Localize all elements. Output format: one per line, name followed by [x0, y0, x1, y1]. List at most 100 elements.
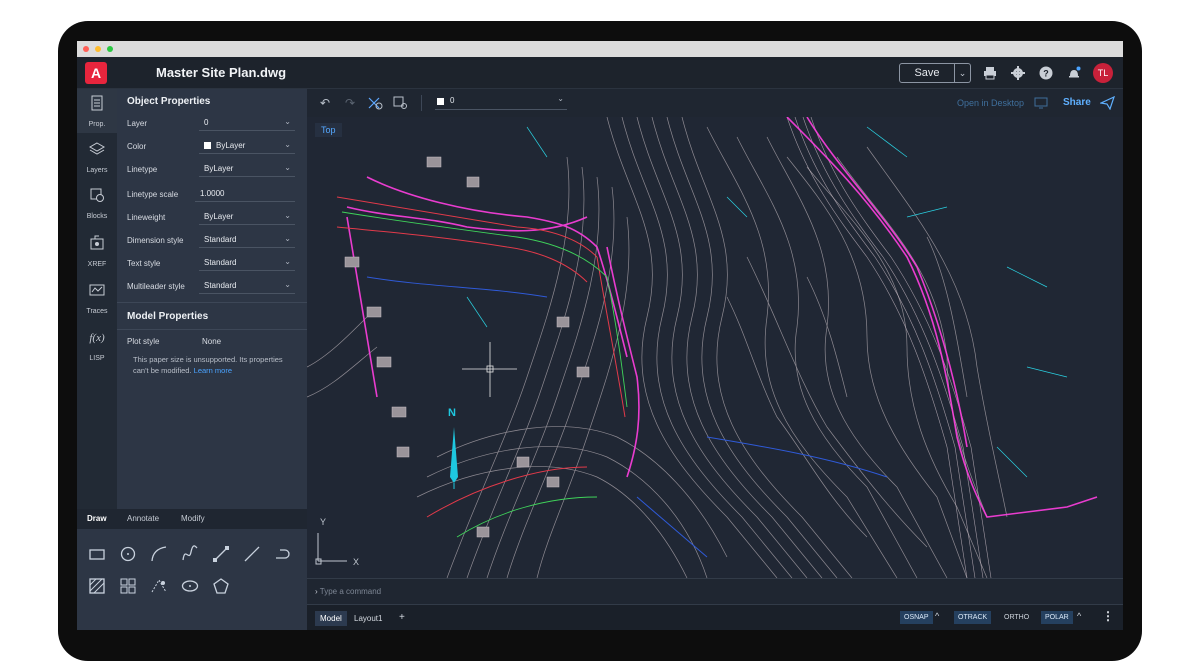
rail-label: XREF [87, 261, 107, 268]
ellipse-tool-icon[interactable] [180, 576, 200, 596]
rectangle-tool-icon[interactable] [87, 544, 107, 564]
prop-row-lineweight[interactable]: Lineweight ByLayer ⌄ [117, 207, 307, 230]
traces-icon [89, 284, 105, 296]
prop-value[interactable]: 0 ⌄ [199, 113, 295, 131]
ortho-toggle[interactable]: ORTHO [1000, 611, 1033, 624]
properties-panel: Object Properties Layer 0 ⌄ Color ByLayer… [117, 89, 307, 509]
array-tool-icon[interactable] [118, 576, 138, 596]
save-button[interactable]: Save [899, 63, 955, 83]
prop-row-text-style[interactable]: Text style Standard ⌄ [117, 253, 307, 276]
prop-row-color[interactable]: Color ByLayer ⌄ [117, 136, 307, 159]
prop-value[interactable]: Standard ⌄ [199, 253, 295, 271]
learn-more-link[interactable]: Learn more [194, 366, 232, 375]
prop-value[interactable]: Standard ⌄ [199, 230, 295, 248]
notifications-bell-icon[interactable] [1067, 66, 1081, 80]
prop-value-input[interactable]: 1.0000 [195, 184, 295, 202]
rail-item-layers[interactable]: Layers [77, 135, 117, 179]
polygon-tool-icon[interactable] [211, 576, 231, 596]
tab-layout1[interactable]: Layout1 [349, 611, 387, 626]
print-icon[interactable] [983, 66, 997, 80]
chevron-down-icon: ⌄ [284, 211, 291, 220]
command-line[interactable]: › Type a command [307, 578, 1123, 604]
gradient-tool-icon[interactable] [149, 576, 169, 596]
boundary-lines [366, 276, 888, 558]
xref-icon [90, 235, 104, 250]
autocad-logo[interactable]: A [85, 62, 107, 84]
prop-row-dimension-style[interactable]: Dimension style Standard ⌄ [117, 230, 307, 253]
leader-lines [466, 126, 1068, 478]
draw-tools-panel [77, 529, 307, 630]
circle-tool-icon[interactable] [118, 544, 138, 564]
prop-value[interactable]: ByLayer ⌄ [199, 159, 295, 177]
unsupported-note: This paper size is unsupported. Its prop… [133, 354, 293, 376]
spline-tool-icon[interactable] [180, 544, 200, 564]
browser-bar [77, 41, 1123, 57]
file-title: Master Site Plan.dwg [156, 65, 287, 80]
user-avatar[interactable]: TL [1093, 63, 1113, 83]
line-tool-icon[interactable] [242, 544, 262, 564]
help-icon[interactable]: ? [1039, 66, 1053, 80]
send-icon[interactable] [1100, 96, 1115, 110]
prop-value[interactable]: ByLayer ⌄ [199, 136, 295, 154]
prop-key: Linetype scale [127, 190, 179, 199]
layer-color-swatch [437, 98, 444, 105]
chevron-down-icon: ⌄ [284, 234, 291, 243]
maximize-dot[interactable] [107, 46, 113, 52]
redo-icon[interactable]: ↷ [342, 96, 358, 110]
layer-select[interactable]: 0 ⌄ [435, 94, 567, 110]
close-dot[interactable] [83, 46, 89, 52]
hatch-tool-icon[interactable] [87, 576, 107, 596]
polar-toggle[interactable]: POLAR [1041, 611, 1073, 624]
osnap-toggle[interactable]: OSNAP [900, 611, 933, 624]
prop-value[interactable]: ByLayer ⌄ [199, 207, 295, 225]
minimize-dot[interactable] [95, 46, 101, 52]
tab-draw[interactable]: Draw [87, 514, 107, 523]
polyline-tool-icon[interactable] [211, 544, 231, 564]
prop-row-multileader-style[interactable]: Multileader style Standard ⌄ [117, 276, 307, 299]
ucs-y-label: Y [320, 517, 327, 527]
more-options-icon[interactable]: ⋮ [1102, 609, 1114, 623]
otrack-toggle[interactable]: OTRACK [954, 611, 992, 624]
rail-item-blocks[interactable]: Blocks [77, 181, 117, 225]
open-in-desktop-link[interactable]: Open in Desktop [957, 98, 1024, 108]
trim-icon[interactable] [367, 96, 383, 110]
view-cube-label[interactable]: Top [315, 123, 342, 137]
svg-text:f(x): f(x) [89, 332, 105, 344]
site-plan-drawing [307, 117, 1098, 578]
color-swatch [204, 142, 211, 149]
chevron-up-icon[interactable]: ^ [935, 611, 939, 621]
drawing-canvas[interactable]: Top N Y X [307, 117, 1123, 578]
properties-icon [91, 95, 103, 111]
undo-icon[interactable]: ↶ [317, 96, 333, 110]
share-button[interactable]: Share [1063, 97, 1091, 108]
save-dropdown-button[interactable]: ⌄ [955, 63, 971, 83]
command-input[interactable]: › Type a command [315, 587, 381, 596]
rail-item-lisp[interactable]: f(x) LISP [77, 323, 117, 367]
revcloud-tool-icon[interactable] [273, 544, 293, 564]
prop-row-linetype[interactable]: Linetype ByLayer ⌄ [117, 159, 307, 182]
tab-model[interactable]: Model [315, 611, 347, 626]
tab-modify[interactable]: Modify [181, 514, 205, 523]
add-layout-button[interactable]: + [394, 609, 410, 626]
rail-item-traces[interactable]: Traces [77, 276, 117, 320]
prop-row-layer[interactable]: Layer 0 ⌄ [117, 113, 307, 136]
chevron-down-icon: ⌄ [284, 117, 291, 126]
gear-icon[interactable] [1011, 66, 1025, 80]
zoom-window-icon[interactable] [393, 96, 409, 110]
layers-icon [89, 142, 105, 155]
prop-value[interactable]: Standard ⌄ [199, 276, 295, 294]
prop-key: Plot style [127, 337, 160, 346]
prop-row-linetype-scale[interactable]: Linetype scale 1.0000 [117, 184, 307, 207]
rail-label: Blocks [86, 213, 108, 220]
prop-key: Text style [127, 259, 161, 268]
prop-value: None [202, 337, 222, 346]
prop-key: Linetype [127, 165, 158, 174]
rail-item-properties[interactable]: Prop. [77, 89, 117, 133]
tab-annotate[interactable]: Annotate [127, 514, 159, 523]
rail-item-xref[interactable]: XREF [77, 229, 117, 273]
chevron-up-icon[interactable]: ^ [1077, 611, 1081, 621]
arc-tool-icon[interactable] [149, 544, 169, 564]
ridge-band [786, 117, 992, 578]
monitor-icon [1034, 97, 1048, 109]
svg-text:?: ? [1043, 69, 1049, 79]
